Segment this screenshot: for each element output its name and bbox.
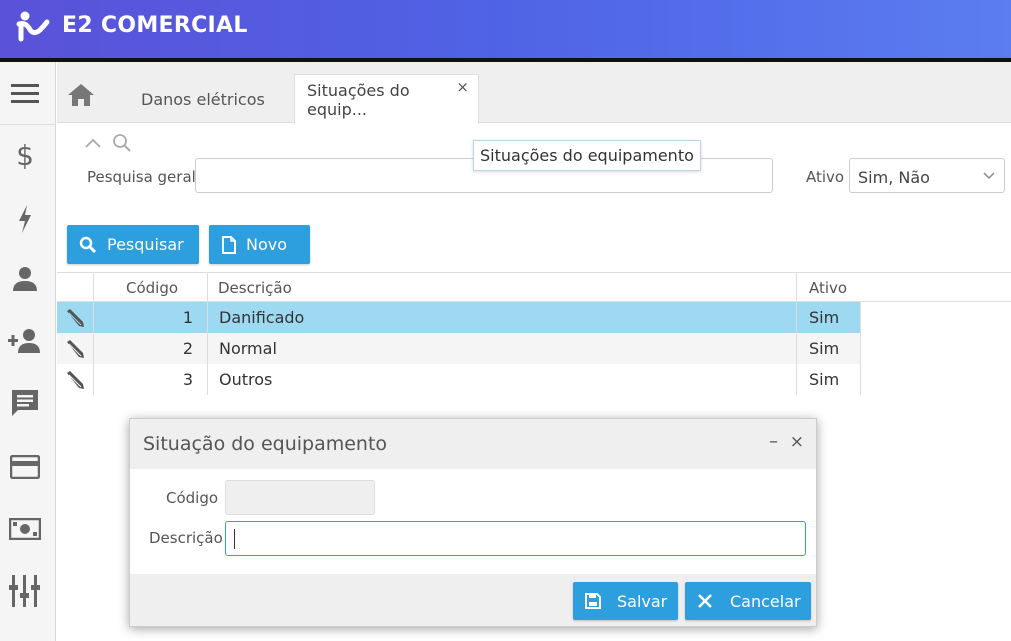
cash-icon[interactable] — [8, 512, 42, 546]
pencil-icon[interactable] — [65, 370, 85, 390]
table-row[interactable]: 3 Outros Sim — [57, 364, 861, 395]
tab-close-icon[interactable]: × — [456, 78, 469, 96]
brand-name: E2 COMERCIAL — [62, 13, 248, 38]
column-header-ativo[interactable]: Ativo — [809, 279, 847, 297]
search-icon — [79, 236, 97, 253]
search-icon — [113, 134, 131, 152]
credit-card-icon[interactable] — [8, 450, 42, 484]
tab-tooltip: Situações do equipamento — [473, 140, 701, 171]
search-label: Pesquisa geral — [87, 168, 196, 186]
logo-icon — [16, 11, 50, 42]
tab-bar: Danos elétricos Situações do equip... × — [57, 62, 1011, 124]
close-icon[interactable]: × — [790, 432, 804, 452]
column-divider — [860, 302, 861, 395]
cell-descricao: Normal — [219, 339, 277, 358]
save-button[interactable]: Salvar — [573, 582, 678, 620]
column-header-descricao[interactable]: Descrição — [218, 279, 292, 297]
pencil-icon[interactable] — [65, 339, 85, 359]
home-icon[interactable] — [67, 82, 95, 108]
active-select-value: Sim, Não — [858, 168, 930, 187]
close-icon — [698, 594, 712, 608]
descricao-field[interactable] — [225, 521, 806, 556]
column-divider — [93, 272, 94, 395]
table-row[interactable]: 2 Normal Sim — [57, 333, 861, 364]
tab-situacoes-equipamento[interactable]: Situações do equip... × — [294, 74, 479, 124]
save-button-label: Salvar — [617, 591, 668, 611]
grid-header: Código Descrição Ativo — [57, 272, 1011, 302]
cell-codigo: 1 — [182, 308, 193, 327]
column-header-codigo[interactable]: Código — [126, 279, 178, 297]
cancel-button[interactable]: Cancelar — [685, 582, 811, 620]
cell-ativo: Sim — [809, 339, 840, 358]
sidebar-divider — [0, 124, 56, 125]
app-header: E2 COMERCIAL — [0, 0, 1011, 58]
codigo-label: Código — [166, 489, 219, 507]
lightning-icon[interactable] — [8, 202, 42, 236]
chevron-up-icon — [85, 138, 101, 148]
active-label: Ativo — [806, 168, 845, 186]
active-select[interactable]: Sim, Não — [849, 158, 1005, 193]
cell-codigo: 3 — [182, 370, 193, 389]
tab-danos-eletricos[interactable]: Danos elétricos — [129, 74, 277, 124]
tab-label: Danos elétricos — [141, 89, 265, 109]
dollar-icon[interactable]: $ — [8, 138, 42, 172]
equalizer-icon[interactable] — [8, 574, 42, 608]
collapse-filter-icons[interactable] — [84, 132, 134, 154]
minimize-icon[interactable]: – — [769, 431, 778, 452]
cancel-button-label: Cancelar — [730, 591, 801, 611]
file-icon — [222, 235, 236, 254]
text-cursor — [234, 529, 235, 549]
table-row[interactable]: 1 Danificado Sim — [57, 302, 861, 333]
menu-icon[interactable] — [8, 76, 42, 110]
codigo-field[interactable] — [225, 480, 375, 515]
dialog-footer: Salvar Cancelar — [130, 574, 816, 626]
chat-icon[interactable] — [8, 386, 42, 420]
new-button-label: Novo — [246, 235, 288, 254]
cell-descricao: Outros — [219, 370, 273, 389]
cell-descricao: Danificado — [219, 308, 305, 327]
cell-ativo: Sim — [809, 370, 840, 389]
edit-dialog: Situação do equipamento – × Código Descr… — [129, 418, 817, 627]
column-divider — [207, 272, 208, 395]
new-button[interactable]: Novo — [209, 225, 310, 264]
person-icon[interactable] — [8, 262, 42, 296]
save-icon — [585, 593, 601, 609]
pencil-icon[interactable] — [65, 308, 85, 328]
cell-codigo: 2 — [182, 339, 193, 358]
dialog-title: Situação do equipamento — [143, 433, 388, 455]
sidebar: $ — [0, 62, 56, 641]
tab-label: Situações do equip... — [307, 80, 410, 119]
descricao-label: Descrição — [149, 529, 223, 547]
search-button[interactable]: Pesquisar — [67, 225, 199, 264]
dialog-header: Situação do equipamento – × — [130, 419, 816, 469]
person-add-icon[interactable] — [8, 324, 42, 358]
cell-ativo: Sim — [809, 308, 840, 327]
chevron-down-icon — [983, 172, 995, 180]
search-button-label: Pesquisar — [107, 235, 184, 254]
column-divider — [796, 272, 797, 395]
